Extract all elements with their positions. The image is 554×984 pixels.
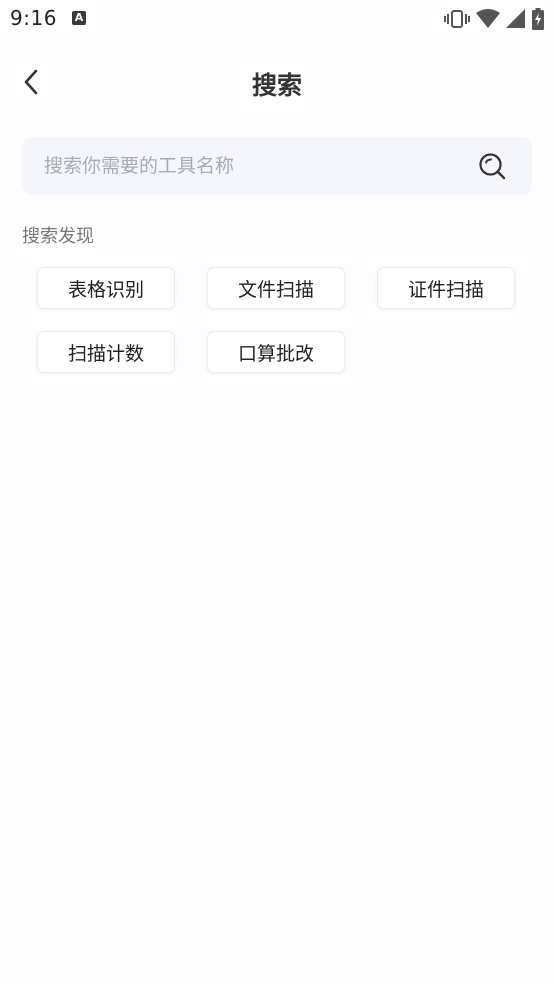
- status-time: 9:16: [10, 6, 57, 30]
- status-icons: [444, 8, 544, 30]
- wifi-icon: [476, 9, 500, 28]
- notification-a-icon: A: [72, 11, 86, 25]
- page-title: 搜索: [251, 71, 302, 100]
- header: 搜索: [0, 50, 554, 114]
- status-bar: 9:16 A: [0, 0, 554, 38]
- tag-scan-count[interactable]: 扫描计数: [37, 331, 175, 373]
- tag-table-recognition[interactable]: 表格识别: [37, 267, 175, 309]
- search-box: [22, 137, 532, 195]
- tag-id-scan[interactable]: 证件扫描: [377, 267, 515, 309]
- discover-section-title: 搜索发现: [22, 226, 94, 247]
- vibrate-icon: [444, 10, 470, 28]
- tag-mental-math-grading[interactable]: 口算批改: [207, 331, 345, 373]
- battery-charging-icon: [532, 8, 544, 30]
- search-icon[interactable]: [478, 152, 506, 180]
- search-input[interactable]: [44, 137, 464, 195]
- tag-file-scan[interactable]: 文件扫描: [207, 267, 345, 309]
- signal-icon: [506, 9, 525, 28]
